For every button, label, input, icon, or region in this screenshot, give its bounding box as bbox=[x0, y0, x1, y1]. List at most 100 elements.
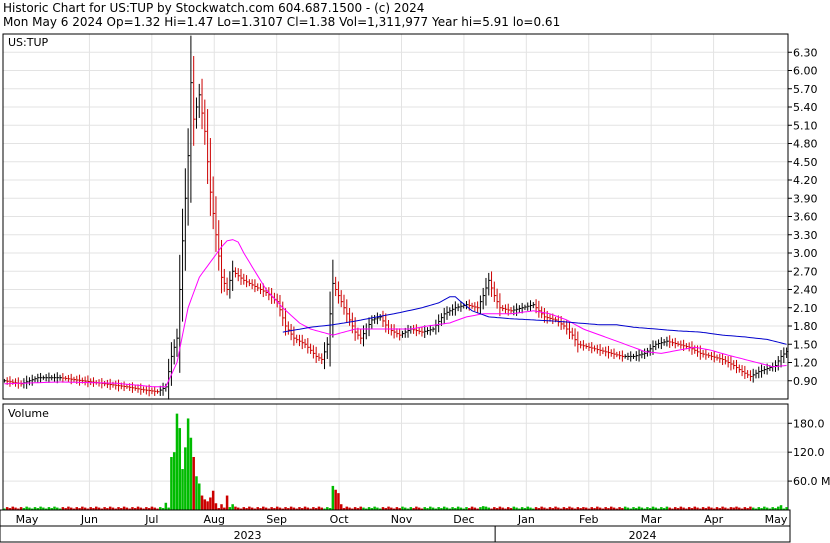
price-tick-label: 3.30 bbox=[793, 229, 818, 242]
volume-bar bbox=[181, 469, 184, 510]
volume-bar bbox=[220, 504, 223, 510]
volume-bar bbox=[184, 447, 187, 510]
volume-bar bbox=[289, 506, 293, 510]
volume-bar bbox=[136, 506, 140, 510]
volume-bar bbox=[234, 506, 237, 510]
volume-bar bbox=[206, 501, 209, 510]
volume-bar bbox=[512, 506, 516, 510]
volume-tick-label: 60.0 M bbox=[793, 475, 830, 488]
volume-bar bbox=[164, 502, 168, 510]
volume-bar bbox=[339, 504, 343, 510]
price-tick-label: 5.10 bbox=[793, 119, 818, 132]
volume-bar bbox=[331, 485, 335, 510]
volume-axis: 180.0 120.0 60.0 M bbox=[788, 417, 830, 488]
volume-bar bbox=[779, 505, 783, 510]
volume-bar bbox=[498, 506, 502, 510]
price-tick-label: 3.00 bbox=[793, 247, 818, 260]
volume-bar bbox=[337, 493, 340, 510]
volume-bar bbox=[373, 506, 376, 510]
volume-label: Volume bbox=[8, 407, 49, 420]
month-label: Oct bbox=[330, 513, 350, 526]
month-label: Aug bbox=[204, 513, 225, 526]
month-label: Apr bbox=[704, 513, 724, 526]
volume-bar bbox=[345, 506, 349, 510]
price-tick-label: 2.10 bbox=[793, 302, 818, 315]
price-tick-label: 5.70 bbox=[793, 83, 818, 96]
volume-bar bbox=[192, 457, 195, 510]
volume-bar bbox=[721, 506, 724, 510]
month-label: May bbox=[16, 513, 39, 526]
volume-bar bbox=[209, 497, 212, 510]
volume-bar bbox=[195, 476, 198, 510]
year-axis: 2023 2024 bbox=[234, 526, 657, 542]
volume-bar bbox=[67, 506, 70, 510]
volume-bar bbox=[203, 499, 207, 510]
volume-bar bbox=[540, 506, 543, 510]
year-axis-frame bbox=[0, 525, 791, 543]
price-tick-label: 2.40 bbox=[793, 284, 818, 297]
volume-tick-label: 120.0 bbox=[793, 446, 825, 459]
month-label: Dec bbox=[453, 513, 474, 526]
month-label: Jan bbox=[517, 513, 535, 526]
month-label: May bbox=[765, 513, 788, 526]
volume-bar bbox=[481, 506, 485, 510]
volume-bar bbox=[609, 506, 613, 510]
volume-bar bbox=[200, 495, 204, 510]
volume-bar bbox=[693, 506, 696, 510]
price-tick-label: 4.50 bbox=[793, 156, 818, 169]
year-label: 2024 bbox=[629, 529, 657, 542]
grid-lines bbox=[3, 34, 788, 510]
volume-bar bbox=[429, 506, 432, 510]
volume-bar bbox=[197, 483, 201, 510]
volume-bar bbox=[262, 506, 265, 510]
volume-panel-frame bbox=[2, 403, 789, 511]
volume-bar bbox=[484, 506, 488, 510]
volume-bar bbox=[777, 506, 780, 510]
price-tick-label: 6.30 bbox=[793, 46, 818, 59]
volume-bar bbox=[526, 506, 529, 510]
volume-bar bbox=[178, 428, 182, 510]
volume-bar bbox=[623, 506, 627, 510]
price-tick-label: 3.60 bbox=[793, 211, 818, 224]
volume-bar bbox=[189, 437, 193, 510]
volume-bar bbox=[11, 506, 14, 510]
volume-bar bbox=[749, 506, 752, 510]
volume-bar bbox=[175, 413, 179, 510]
price-tick-label: 5.40 bbox=[793, 101, 818, 114]
price-tick-label: 1.80 bbox=[793, 320, 818, 333]
price-tick-label: 2.70 bbox=[793, 265, 818, 278]
volume-bar bbox=[707, 506, 710, 510]
price-bars bbox=[3, 35, 789, 400]
volume-bar bbox=[470, 506, 474, 510]
volume-bar bbox=[231, 504, 234, 510]
month-label: Jun bbox=[80, 513, 98, 526]
volume-bar bbox=[568, 506, 571, 510]
month-label: Jul bbox=[144, 513, 158, 526]
price-tick-label: 6.00 bbox=[793, 65, 818, 78]
volume-bar bbox=[596, 506, 599, 510]
price-tick-label: 3.90 bbox=[793, 192, 818, 205]
month-label: Sep bbox=[266, 513, 287, 526]
volume-bar bbox=[651, 506, 655, 510]
month-label: Feb bbox=[579, 513, 598, 526]
volume-bar bbox=[637, 506, 641, 510]
volume-bar bbox=[401, 506, 404, 510]
volume-bar bbox=[735, 506, 738, 510]
volume-bar bbox=[95, 506, 98, 510]
volume-bar bbox=[387, 506, 390, 510]
volume-bar bbox=[303, 506, 307, 510]
volume-bar bbox=[108, 506, 112, 510]
volume-bar bbox=[25, 506, 28, 510]
volume-bar bbox=[554, 506, 557, 510]
volume-bar bbox=[150, 506, 154, 510]
price-tick-label: 4.20 bbox=[793, 174, 818, 187]
volume-bar bbox=[248, 506, 251, 510]
volume-bar bbox=[665, 506, 669, 510]
price-tick-label: 4.80 bbox=[793, 138, 818, 151]
volume-bar bbox=[334, 489, 337, 510]
price-tick-label: 1.20 bbox=[793, 357, 818, 370]
month-label: Nov bbox=[391, 513, 413, 526]
volume-bar bbox=[172, 452, 176, 510]
month-axis: May Jun Jul Aug Sep Oct Nov Dec Jan Feb Mar Apr May bbox=[16, 513, 788, 526]
volume-bar bbox=[275, 506, 279, 510]
